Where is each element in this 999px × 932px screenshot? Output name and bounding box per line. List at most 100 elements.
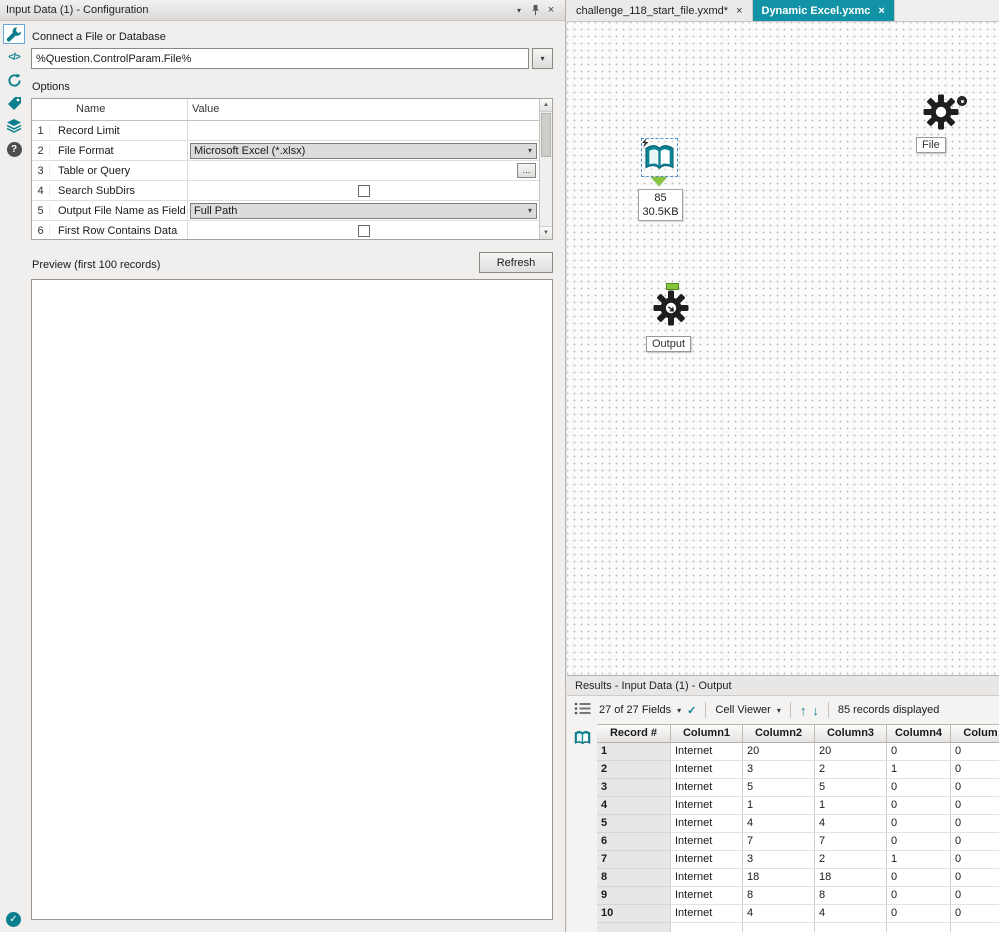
close-tab-icon[interactable]: × [736,5,742,17]
option-value-cell[interactable]: Microsoft Excel (*.xlsx) ▾ [187,141,539,160]
tab-challenge-workflow[interactable]: challenge_118_start_file.yxmd* × [567,0,753,21]
file-path-input[interactable]: %Question.ControlParam.File% [31,48,529,69]
data-cell: 0 [951,815,999,833]
option-value-cell[interactable] [187,181,539,200]
options-scrollbar[interactable]: ▲ ▼ [539,99,552,239]
option-name: Record Limit [58,124,120,137]
tab-dynamic-excel-macro[interactable]: Dynamic Excel.yxmc × [752,0,895,21]
help-tab-icon[interactable]: ? [3,139,25,159]
option-value-cell[interactable]: ... [187,161,539,180]
close-tab-icon[interactable]: × [878,5,884,17]
lightning-anchor-icon [642,138,649,148]
tool-annotation[interactable]: 85 30.5KB [638,189,683,221]
wrench-icon [6,27,22,42]
data-cell: Internet [671,761,743,779]
panel-menu-caret-icon[interactable]: ▾ [511,2,527,18]
results-row[interactable]: 10 Internet 4 4 0 0 [597,905,999,923]
option-value-cell[interactable] [187,221,539,239]
option-value-cell[interactable]: Full Path ▾ [187,201,539,220]
workflow-dependencies-icon[interactable] [3,70,25,90]
data-cell: 20 [815,743,887,761]
cell-viewer-caret-icon[interactable]: ▾ [777,706,781,715]
results-column-header[interactable]: Colum [951,725,999,743]
arrow-down-icon[interactable]: ↓ [812,703,819,718]
options-row[interactable]: 6 First Row Contains Data [32,221,539,239]
annotation-line-2: 30.5KB [642,206,679,218]
chevron-down-icon: ▾ [527,146,532,155]
results-row[interactable]: 3 Internet 5 5 0 0 [597,779,999,797]
apply-check-icon[interactable]: ✓ [687,704,696,717]
results-column-header[interactable]: Record # [597,725,671,743]
toolbar-separator [827,702,829,718]
results-row[interactable]: 1 Internet 20 20 0 0 [597,743,999,761]
options-label: Options [32,81,70,93]
output-tool-label: Output [646,336,692,352]
option-name: Table or Query [58,164,131,177]
input-data-tool[interactable] [641,138,678,177]
macro-output-tool[interactable] [653,290,689,326]
refresh-button[interactable]: Refresh [479,252,553,273]
file-dropdown-button[interactable]: ▾ [532,48,553,69]
options-row[interactable]: 3 Table or Query... [32,161,539,181]
results-row[interactable]: 8 Internet 18 18 0 0 [597,869,999,887]
output-anchor-icon[interactable] [651,177,667,186]
input-anchor-icon[interactable] [666,283,679,290]
configuration-tab-icon[interactable] [3,24,25,44]
pin-icon[interactable] [527,2,543,18]
results-column-header[interactable]: Column3 [815,725,887,743]
data-cell: 0 [951,779,999,797]
options-row[interactable]: 4 Search SubDirs [32,181,539,201]
data-cell: 1 [743,797,815,815]
close-panel-icon[interactable]: × [543,2,559,18]
results-panel-header[interactable]: Results - Input Data (1) - Output [567,676,999,696]
preview-area [31,279,553,920]
option-value-cell[interactable] [187,121,539,140]
option-checkbox[interactable] [357,224,370,237]
data-cell: 5 [815,779,887,797]
results-row[interactable]: 2 Internet 3 2 1 0 [597,761,999,779]
data-cell: 4 [743,815,815,833]
option-checkbox[interactable] [357,184,370,197]
file-path-value: %Question.ControlParam.File% [36,52,192,65]
results-row[interactable]: 6 Internet 7 7 0 0 [597,833,999,851]
fields-summary[interactable]: 27 of 27 Fields [599,704,671,716]
fields-dropdown-caret-icon[interactable]: ▾ [677,706,681,715]
data-cell: 0 [951,905,999,923]
workflow-canvas[interactable]: File 85 30.5KB Output [567,22,999,675]
xml-view-icon[interactable]: </> [3,47,25,67]
layers-tab-icon[interactable] [3,116,25,136]
results-row-partial[interactable] [597,923,999,932]
data-cell: 4 [815,905,887,923]
options-row[interactable]: 2 File Format Microsoft Excel (*.xlsx) ▾ [32,141,539,161]
configuration-panel-title: Input Data (1) - Configuration [6,4,149,16]
field-list-icon[interactable] [574,702,591,715]
data-cell: Internet [671,905,743,923]
results-row[interactable]: 5 Internet 4 4 0 0 [597,815,999,833]
configuration-body: Connect a File or Database %Question.Con… [28,21,565,932]
arrow-up-icon[interactable]: ↑ [800,703,807,718]
option-dropdown[interactable]: Microsoft Excel (*.xlsx) ▾ [190,142,537,159]
results-row[interactable]: 7 Internet 3 2 1 0 [597,851,999,869]
results-row[interactable]: 9 Internet 8 8 0 0 [597,887,999,905]
question-mark-icon: ? [6,141,22,157]
annotation-tab-icon[interactable] [3,93,25,113]
data-cell [671,923,743,932]
scroll-up-icon[interactable]: ▲ [540,99,552,112]
input-data-mini-icon[interactable] [574,729,591,745]
tab-label: Dynamic Excel.yxmc [761,4,871,17]
scrollbar-thumb[interactable] [541,113,551,157]
results-column-header[interactable]: Column1 [671,725,743,743]
tool-palette-strip: </> ? [0,21,28,932]
options-row[interactable]: 5 Output File Name as Field Full Path ▾ [32,201,539,221]
options-row[interactable]: 1 Record Limit [32,121,539,141]
browse-button[interactable]: ... [517,163,536,178]
data-cell: 4 [743,905,815,923]
results-row[interactable]: 4 Internet 1 1 0 0 [597,797,999,815]
results-column-header[interactable]: Column2 [743,725,815,743]
data-cell: 1 [887,761,951,779]
results-column-header[interactable]: Column4 [887,725,951,743]
option-dropdown[interactable]: Full Path ▾ [190,202,537,219]
control-parameter-tool[interactable] [923,94,967,132]
scroll-down-icon[interactable]: ▼ [540,226,552,239]
cell-viewer-label[interactable]: Cell Viewer [715,704,770,716]
